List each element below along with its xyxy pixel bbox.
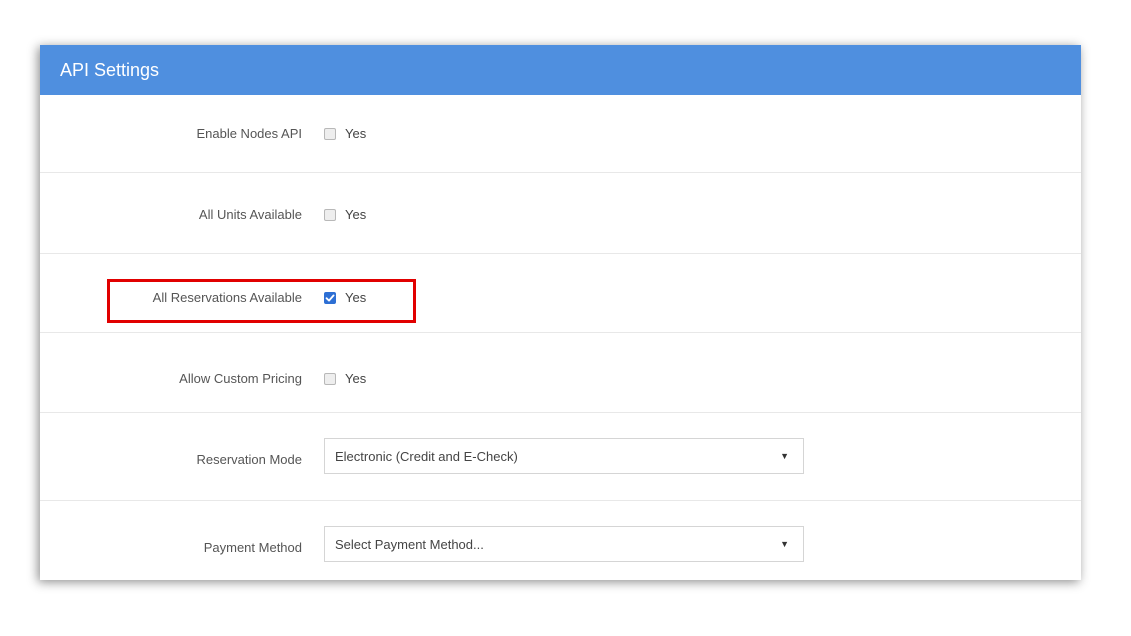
panel-header: API Settings — [40, 45, 1081, 95]
reservation-mode-select[interactable]: Electronic (Credit and E-Check) ▼ — [324, 438, 804, 474]
setting-row-reservation-mode: Reservation Mode Electronic (Credit and … — [40, 413, 1081, 501]
select-value: Electronic (Credit and E-Check) — [335, 448, 518, 464]
checkbox-label: Yes — [345, 126, 367, 141]
checkbox-label: Yes — [345, 371, 367, 386]
setting-label: All Units Available — [198, 207, 302, 222]
select-value: Select Payment Method... — [335, 536, 484, 552]
setting-row-allow-custom-pricing: Allow Custom Pricing Yes — [40, 333, 1081, 413]
setting-label: Payment Method — [203, 540, 302, 555]
setting-row-all-units-available: All Units Available Yes — [40, 173, 1081, 254]
checkbox-box[interactable] — [324, 127, 336, 140]
checkbox-label: Yes — [345, 207, 367, 222]
dropdown-caret-icon[interactable]: ▼ — [780, 539, 789, 549]
all-units-available-checkbox[interactable]: Yes — [324, 207, 366, 222]
setting-label: Allow Custom Pricing — [179, 371, 302, 386]
allow-custom-pricing-checkbox[interactable]: Yes — [324, 371, 366, 386]
checkbox-box[interactable] — [324, 208, 336, 221]
highlight-annotation-box — [107, 279, 416, 323]
dropdown-caret-icon[interactable]: ▼ — [780, 451, 789, 461]
checkbox-box[interactable] — [324, 372, 336, 385]
payment-method-select[interactable]: Select Payment Method... ▼ — [324, 526, 804, 562]
setting-label: Reservation Mode — [196, 452, 303, 467]
enable-nodes-api-checkbox[interactable]: Yes — [324, 126, 366, 141]
setting-label: Enable Nodes API — [196, 126, 302, 141]
setting-row-payment-method: Payment Method Select Payment Method... … — [40, 501, 1081, 580]
panel-title: API Settings — [60, 59, 160, 80]
setting-row-enable-nodes-api: Enable Nodes API Yes — [40, 95, 1081, 173]
